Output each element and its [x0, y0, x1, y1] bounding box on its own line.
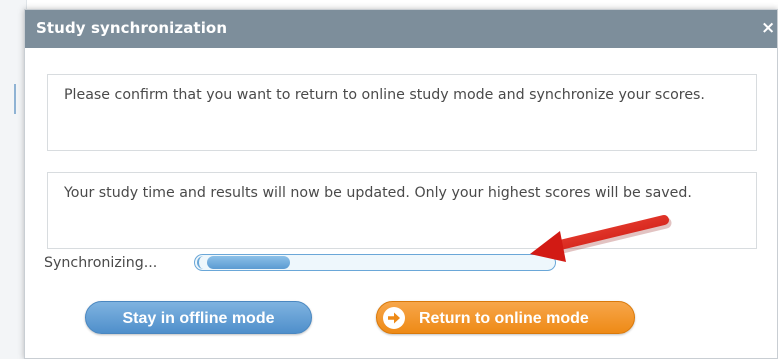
progress-bar-cap	[197, 256, 205, 269]
sync-status-row: Synchronizing...	[44, 252, 644, 278]
arrow-right-circle-icon	[383, 307, 405, 329]
progress-bar-fill	[207, 256, 290, 269]
sync-progress-bar	[194, 254, 556, 271]
info-message-box: Your study time and results will now be …	[47, 172, 757, 249]
stay-offline-label: Stay in offline mode	[122, 310, 275, 327]
confirm-message-box: Please confirm that you want to return t…	[47, 74, 757, 151]
sync-dialog: Study synchronization × Please confirm t…	[24, 9, 778, 359]
stay-offline-button[interactable]: Stay in offline mode	[85, 301, 312, 334]
background-page	[0, 0, 27, 359]
info-message: Your study time and results will now be …	[64, 185, 692, 201]
screen: Study synchronization × Please confirm t…	[0, 0, 778, 359]
background-marker	[14, 84, 16, 114]
dialog-titlebar: Study synchronization ×	[25, 10, 777, 48]
return-online-label: Return to online mode	[419, 310, 589, 327]
sync-status-label: Synchronizing...	[44, 255, 158, 271]
confirm-message: Please confirm that you want to return t…	[64, 87, 705, 103]
close-icon[interactable]: ×	[761, 18, 777, 38]
dialog-title: Study synchronization	[36, 19, 228, 37]
return-online-button[interactable]: Return to online mode	[376, 301, 635, 334]
